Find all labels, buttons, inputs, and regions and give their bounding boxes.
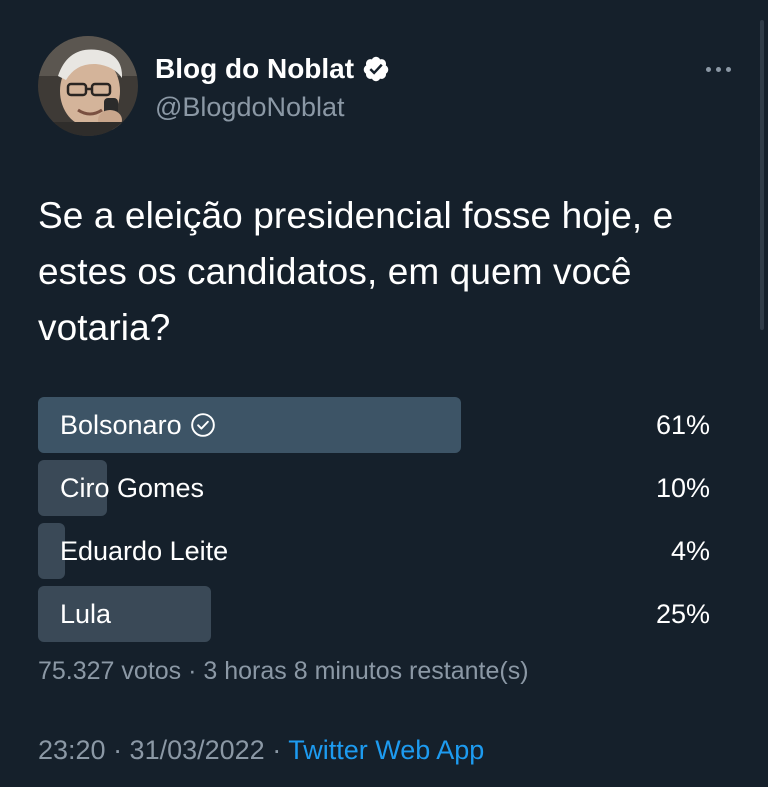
poll-meta: 75.327 votos · 3 horas 8 minutos restant… xyxy=(38,657,529,685)
scrollbar[interactable] xyxy=(760,20,764,330)
more-dots-icon[interactable] xyxy=(698,54,738,84)
tweet-timestamp: 23:20 · 31/03/2022 · Twitter Web App xyxy=(38,732,484,768)
author-name[interactable]: Blog do Noblat xyxy=(155,52,390,86)
tweet-time[interactable]: 23:20 · 31/03/2022 · xyxy=(38,735,288,765)
poll-option-label: Lula xyxy=(60,586,111,642)
poll-option-percent: 61% xyxy=(655,410,710,440)
poll-option-percent: 4% xyxy=(670,536,710,566)
poll-option-label-text: Bolsonaro xyxy=(60,410,182,440)
poll-option-label: Bolsonaro xyxy=(60,397,216,453)
author-name-text[interactable]: Blog do Noblat xyxy=(155,52,354,86)
check-circle-icon xyxy=(190,413,215,437)
avatar-image xyxy=(38,36,138,136)
poll-option-label: Eduardo Leite xyxy=(60,523,228,579)
poll-option-percent: 25% xyxy=(655,599,710,629)
tweet-source-link[interactable]: Twitter Web App xyxy=(288,735,484,765)
poll-option-label-text: Lula xyxy=(60,599,112,629)
tweet-text: Se a eleição presidencial fosse hoje, e … xyxy=(38,195,674,348)
poll-option-percent: 10% xyxy=(655,473,710,503)
poll-option-label-text: Eduardo Leite xyxy=(60,536,229,566)
poll-option-eduardo-leite: Eduardo Leite 4% xyxy=(38,523,710,579)
dot xyxy=(715,66,721,72)
dot xyxy=(725,66,731,72)
avatar[interactable] xyxy=(38,36,138,136)
poll-option-bolsonaro: Bolsonaro 61% xyxy=(38,397,710,453)
poll-option-label: Ciro Gomes xyxy=(60,460,204,516)
author-handle[interactable]: @BlogdoNoblat xyxy=(155,90,345,124)
poll-option-lula: Lula 25% xyxy=(38,586,710,642)
dot xyxy=(705,66,711,72)
verified-badge-icon xyxy=(363,56,389,82)
poll: Bolsonaro 61% Ciro Gomes 10% Eduardo Lei… xyxy=(38,397,710,649)
poll-option-ciro-gomes: Ciro Gomes 10% xyxy=(38,460,710,516)
poll-option-label-text: Ciro Gomes xyxy=(60,473,205,503)
